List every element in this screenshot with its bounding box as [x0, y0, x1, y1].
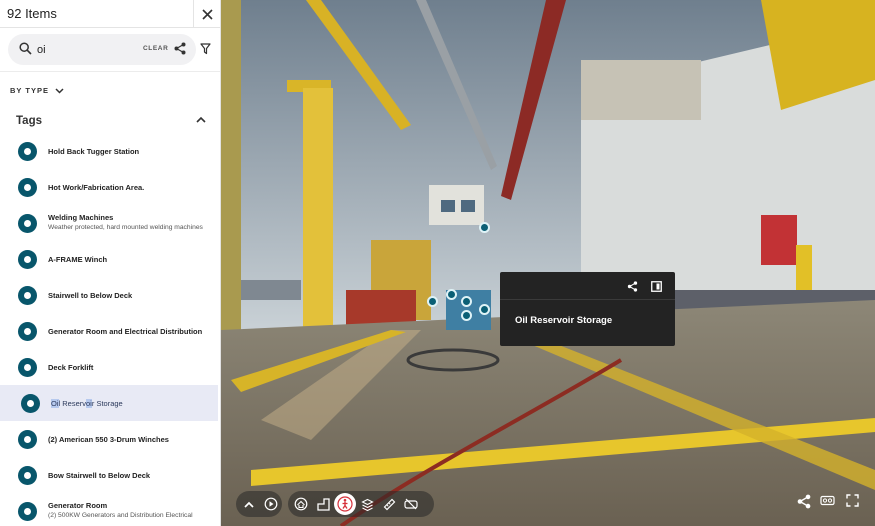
- fullscreen-icon[interactable]: [846, 494, 859, 507]
- list-item[interactable]: Hot Work/Fabrication Area.: [0, 169, 218, 205]
- tag-icon: [18, 466, 37, 485]
- tag-label: Stairwell to Below Deck: [48, 291, 133, 300]
- tag-list: Hold Back Tugger Station Hot Work/Fabric…: [0, 133, 220, 526]
- search-input[interactable]: [37, 41, 127, 58]
- panel-header: 92 Items: [0, 0, 220, 28]
- dollhouse-button[interactable]: [290, 493, 312, 515]
- playback-controls: [236, 491, 282, 517]
- scene-backdrop: [221, 0, 875, 526]
- measure-icon: [383, 498, 395, 510]
- group-by-dropdown[interactable]: BY TYPE: [10, 86, 64, 95]
- list-item[interactable]: Generator Room (2) 500KW Generators and D…: [0, 493, 218, 526]
- dollhouse-icon: [294, 497, 308, 511]
- search-icon: [19, 42, 32, 55]
- tag-icon: [18, 430, 37, 449]
- open-panel-icon[interactable]: [651, 281, 662, 292]
- tag-label: Bow Stairwell to Below Deck: [48, 471, 151, 480]
- tag-icon: [18, 250, 37, 269]
- tag-label: A-FRAME Winch: [48, 255, 108, 264]
- tag-pin[interactable]: [461, 296, 472, 307]
- vr-icon[interactable]: [820, 494, 835, 507]
- walk-mode-button[interactable]: [334, 493, 356, 515]
- section-title: Tags: [16, 115, 42, 127]
- list-item-selected[interactable]: Oil Reservoir Storage: [0, 385, 218, 421]
- tag-label: Generator Room: [48, 501, 108, 510]
- floorplan-button[interactable]: [312, 493, 334, 515]
- play-icon: [264, 497, 278, 511]
- floorplan-icon: [316, 497, 330, 511]
- tag-label: Hot Work/Fabrication Area.: [48, 183, 145, 192]
- tag-label-highlighted: Oil Reservoir Storage: [51, 399, 123, 408]
- list-item[interactable]: (2) American 550 3-Drum Winches: [0, 421, 218, 457]
- list-item[interactable]: Generator Room and Electrical Distributi…: [0, 313, 218, 349]
- list-item[interactable]: Welding Machines Weather protected, hard …: [0, 205, 218, 241]
- share-icon[interactable]: [627, 281, 638, 292]
- divider: [0, 71, 220, 72]
- clear-search-button[interactable]: CLEAR: [143, 45, 168, 52]
- tag-pin[interactable]: [427, 296, 438, 307]
- close-button[interactable]: [193, 0, 220, 28]
- search-bar: CLEAR: [8, 34, 196, 65]
- view-mode-toolbar: [288, 491, 434, 517]
- measure-button[interactable]: [378, 493, 400, 515]
- chevron-up-icon: [244, 501, 254, 508]
- layers-button[interactable]: [356, 493, 378, 515]
- tag-icon: [18, 322, 37, 341]
- chevron-up-icon[interactable]: [196, 116, 206, 123]
- tag-icon: [18, 214, 37, 233]
- chevron-down-icon: [55, 87, 64, 94]
- filter-icon[interactable]: [200, 43, 211, 55]
- tag-icon: [18, 286, 37, 305]
- tag-icon: [18, 178, 37, 197]
- layers-icon: [360, 498, 374, 511]
- tag-label: Welding Machines: [48, 213, 114, 222]
- close-icon: [202, 8, 213, 20]
- tag-description: Weather protected, hard mounted welding …: [48, 224, 203, 231]
- tag-label: Hold Back Tugger Station: [48, 147, 140, 156]
- tooltip-toolbar: [500, 272, 675, 300]
- list-item[interactable]: A-FRAME Winch: [0, 241, 218, 277]
- tag-label: Generator Room and Electrical Distributi…: [48, 327, 203, 336]
- tooltip-title: Oil Reservoir Storage: [515, 315, 613, 326]
- list-item[interactable]: Bow Stairwell to Below Deck: [0, 457, 218, 493]
- tag-label: (2) American 550 3-Drum Winches: [48, 435, 169, 444]
- vr-headset-icon: [404, 498, 418, 510]
- tag-tooltip: Oil Reservoir Storage: [500, 272, 675, 346]
- expand-button[interactable]: [238, 493, 260, 515]
- group-by-label: BY TYPE: [10, 86, 49, 95]
- tag-pin[interactable]: [446, 289, 457, 300]
- list-item[interactable]: Hold Back Tugger Station: [0, 133, 218, 169]
- tags-panel: 92 Items CLEAR BY TYPE Tags Hold Back Tu…: [0, 0, 221, 526]
- play-button[interactable]: [260, 493, 282, 515]
- tag-pin[interactable]: [461, 310, 472, 321]
- list-item[interactable]: Stairwell to Below Deck: [0, 277, 218, 313]
- vr-mode-button[interactable]: [400, 493, 422, 515]
- item-count-title: 92 Items: [7, 6, 57, 21]
- tag-icon: [18, 142, 37, 161]
- share-icon[interactable]: [174, 42, 186, 55]
- tag-description: (2) 500KW Generators and Distribution El…: [48, 512, 193, 519]
- 3d-viewer[interactable]: [221, 0, 875, 526]
- tag-pin[interactable]: [479, 304, 490, 315]
- tag-icon: [21, 394, 40, 413]
- tag-icon: [18, 358, 37, 377]
- walk-person-icon: [337, 496, 353, 512]
- share-icon[interactable]: [797, 494, 811, 509]
- tag-icon: [18, 502, 37, 521]
- list-item[interactable]: Deck Forklift: [0, 349, 218, 385]
- tag-pin[interactable]: [479, 222, 490, 233]
- tag-label: Deck Forklift: [48, 363, 94, 372]
